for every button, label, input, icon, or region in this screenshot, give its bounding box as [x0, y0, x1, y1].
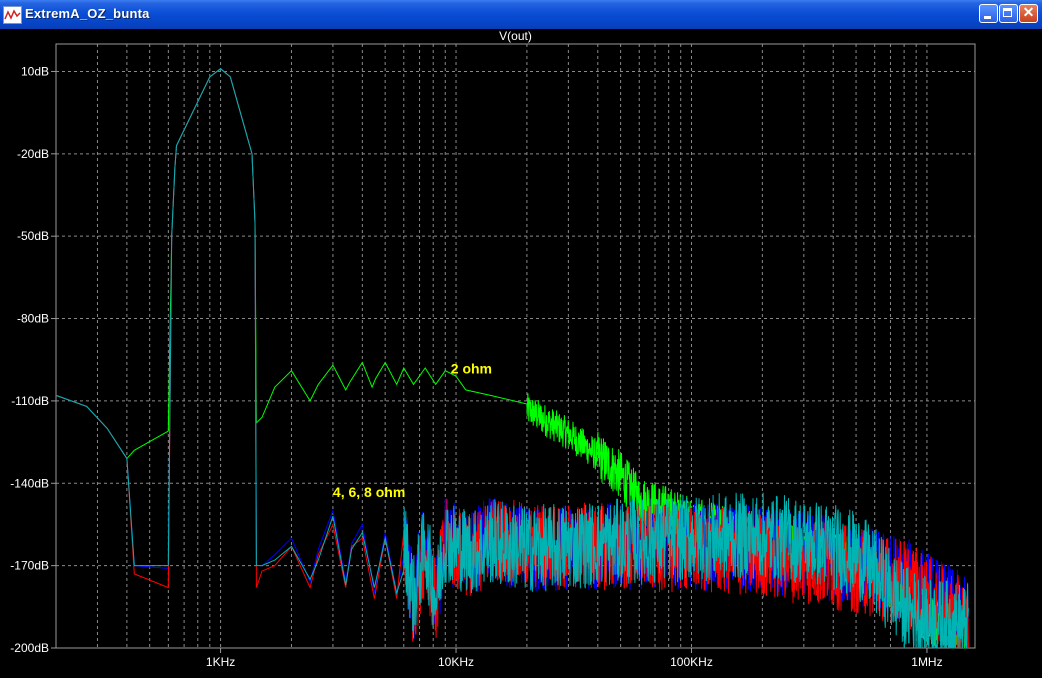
x-tick-label: 10KHz [438, 655, 474, 669]
y-tick-label: -170dB [10, 559, 49, 573]
maximize-button[interactable] [999, 4, 1018, 23]
x-tick-label: 100KHz [670, 655, 713, 669]
y-tick-label: -110dB [11, 394, 49, 408]
y-tick-label: -20dB [17, 147, 49, 161]
traces[interactable] [55, 68, 969, 649]
close-icon: ✕ [1022, 4, 1035, 20]
plot-title[interactable]: V(out) [499, 29, 532, 43]
waveform-plot[interactable]: V(out) 10dB -20dB -50dB -80dB -110dB -140dB -1… [0, 29, 1042, 678]
window-title: ExtremA_OZ_bunta [25, 6, 150, 21]
x-tick-label: 1MHz [911, 655, 942, 669]
y-tick-label: -140dB [10, 476, 49, 490]
maximize-icon [1003, 8, 1012, 17]
annotation-label: 4, 6, 8 ohm [333, 484, 405, 500]
ltspice-waveform-icon[interactable] [3, 6, 22, 24]
y-tick-label: 10dB [21, 64, 49, 78]
app-window: ExtremA_OZ_bunta ✕ V(out) 10dB -20dB -50dB… [0, 0, 1042, 678]
y-tick-label: -50dB [17, 229, 49, 243]
annotations: 2 ohm 4, 6, 8 ohm [333, 360, 492, 500]
y-tick-label: -200dB [10, 641, 49, 655]
trace-line[interactable] [55, 68, 969, 649]
y-axis: 10dB -20dB -50dB -80dB -110dB -140dB -170dB -20… [10, 64, 56, 655]
y-tick-label: -80dB [17, 312, 49, 326]
x-axis: 1KHz 10KHz 100KHz 1MHz [206, 648, 943, 669]
close-button[interactable]: ✕ [1019, 4, 1038, 23]
x-tick-label: 1KHz [206, 655, 235, 669]
minimize-button[interactable] [979, 4, 998, 23]
minimize-icon [984, 16, 991, 19]
annotation-label: 2 ohm [451, 360, 492, 376]
title-bar[interactable]: ExtremA_OZ_bunta ✕ [0, 0, 1042, 29]
